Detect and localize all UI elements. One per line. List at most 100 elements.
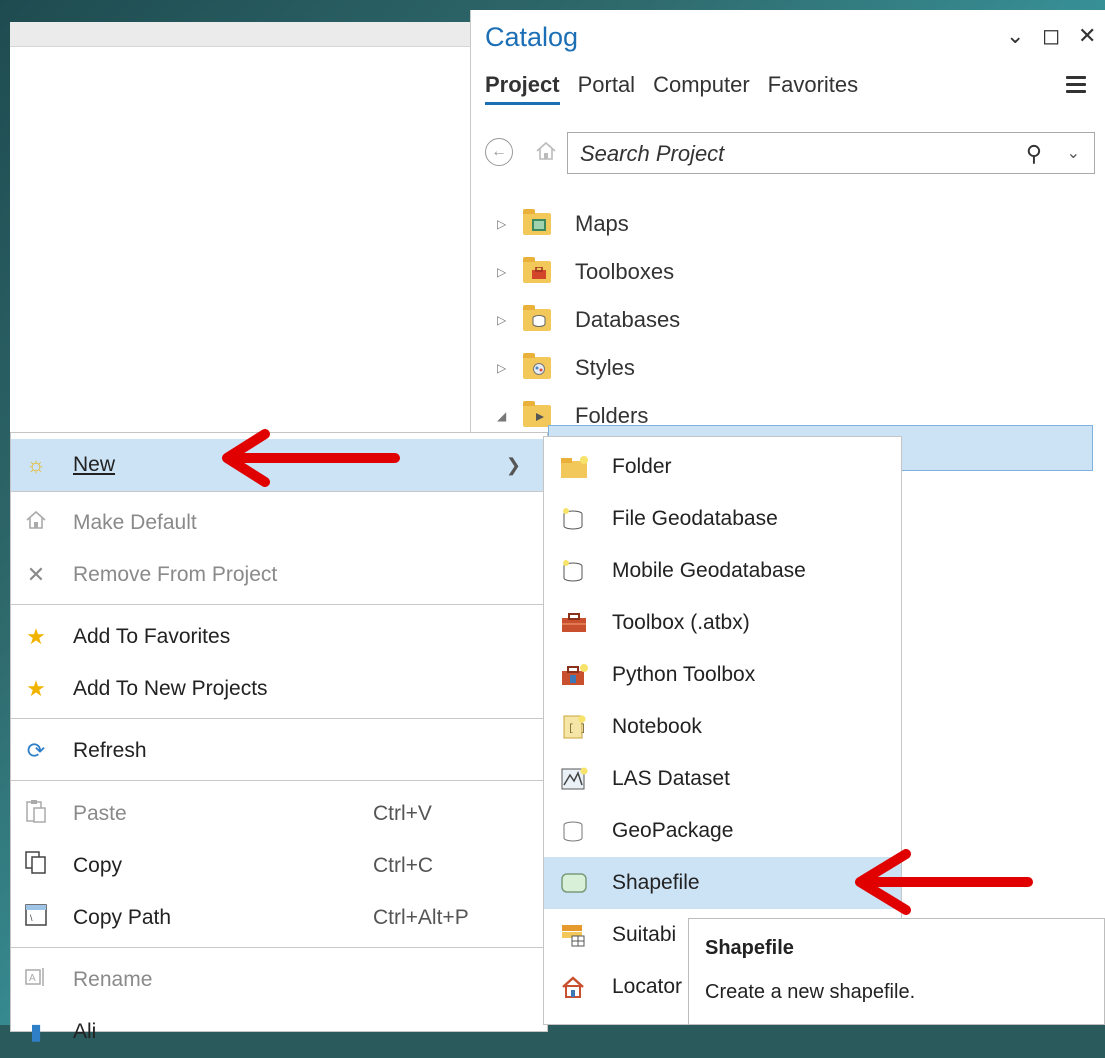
submenu-item-notebook[interactable]: [ ] Notebook bbox=[544, 701, 901, 753]
suitability-icon bbox=[560, 923, 590, 947]
expand-triangle-icon[interactable]: ▷ bbox=[497, 361, 523, 375]
menu-item-refresh[interactable]: ⟳ Refresh bbox=[11, 725, 547, 777]
submenu-item-las-dataset[interactable]: LAS Dataset bbox=[544, 753, 901, 805]
submenu-item-label: Shapefile bbox=[612, 871, 700, 894]
close-icon[interactable]: ✕ bbox=[1078, 24, 1096, 48]
menu-item-paste[interactable]: Paste Ctrl+V bbox=[11, 788, 547, 840]
menu-item-add-to-new-projects[interactable]: ★ Add To New Projects bbox=[11, 663, 547, 715]
tab-project[interactable]: Project bbox=[485, 72, 560, 105]
tree-item-styles[interactable]: ▷ Styles bbox=[497, 344, 680, 392]
star-icon: ★ bbox=[26, 624, 46, 649]
new-folder-icon bbox=[560, 455, 590, 479]
back-arrow-icon[interactable]: ← bbox=[485, 138, 513, 166]
maps-folder-icon bbox=[523, 209, 551, 235]
menu-item-label: Make Default bbox=[73, 511, 197, 534]
tree-item-label: Toolboxes bbox=[575, 259, 675, 284]
pane-options-chevron-icon[interactable]: ⌄ bbox=[1006, 24, 1024, 48]
menu-item-remove-from-project[interactable]: ✕ Remove From Project bbox=[11, 549, 547, 601]
collapse-triangle-icon[interactable]: ◢ bbox=[497, 409, 523, 423]
mobile-geodatabase-icon bbox=[560, 559, 590, 583]
catalog-tabs: Project Portal Computer Favorites bbox=[485, 72, 858, 105]
search-dropdown-chevron-icon[interactable]: ⌄ bbox=[1067, 143, 1080, 163]
tree-item-toolboxes[interactable]: ▷ Toolboxes bbox=[497, 248, 680, 296]
submenu-item-mobile-geodatabase[interactable]: Mobile Geodatabase bbox=[544, 545, 901, 597]
tree-item-label: Maps bbox=[575, 211, 629, 236]
menu-item-label: Copy Path bbox=[73, 906, 172, 929]
pane-window-buttons: ⌄ ◻ ✕ bbox=[1006, 24, 1096, 48]
menu-hamburger-icon[interactable] bbox=[1066, 76, 1086, 97]
menu-separator bbox=[11, 780, 547, 781]
search-field[interactable]: ⚲ ⌄ bbox=[567, 132, 1095, 174]
submenu-item-folder[interactable]: Folder bbox=[544, 441, 901, 493]
menu-separator bbox=[11, 718, 547, 719]
tab-computer[interactable]: Computer bbox=[653, 72, 750, 105]
submenu-item-label: Python Toolbox bbox=[612, 663, 756, 686]
menu-item-rename[interactable]: A Rename bbox=[11, 954, 547, 1006]
expand-triangle-icon[interactable]: ▷ bbox=[497, 265, 523, 279]
align-icon: ▮ bbox=[29, 1019, 43, 1044]
menu-item-label: Refresh bbox=[73, 739, 147, 762]
notebook-icon: [ ] bbox=[560, 715, 590, 739]
new-sparkle-icon: ☼ bbox=[25, 452, 47, 477]
menu-separator bbox=[11, 491, 547, 492]
search-input[interactable] bbox=[578, 140, 1002, 168]
submenu-item-label: File Geodatabase bbox=[612, 507, 778, 530]
tooltip-title: Shapefile bbox=[705, 937, 794, 959]
expand-triangle-icon[interactable]: ▷ bbox=[497, 313, 523, 327]
map-view-pane bbox=[10, 22, 470, 442]
annotation-arrow-shapefile bbox=[855, 849, 1033, 915]
submenu-item-label: Toolbox (.atbx) bbox=[612, 611, 750, 634]
menu-item-add-to-favorites[interactable]: ★ Add To Favorites bbox=[11, 611, 547, 663]
submenu-item-label: Suitabi bbox=[612, 923, 677, 946]
styles-folder-icon bbox=[523, 353, 551, 379]
submenu-item-label: Locator bbox=[612, 975, 683, 998]
annotation-arrow-new bbox=[222, 429, 400, 487]
copy-icon bbox=[23, 851, 49, 881]
menu-item-label: Copy bbox=[73, 854, 123, 877]
tab-portal[interactable]: Portal bbox=[578, 72, 635, 105]
tab-favorites[interactable]: Favorites bbox=[768, 72, 858, 105]
shortcut-label: Ctrl+Alt+P bbox=[373, 906, 469, 929]
tree-item-label: Styles bbox=[575, 355, 635, 380]
view-tab-strip bbox=[10, 22, 470, 47]
menu-item-copy[interactable]: Copy Ctrl+C bbox=[11, 840, 547, 892]
shortcut-label: Ctrl+C bbox=[373, 854, 434, 877]
las-dataset-icon bbox=[560, 767, 590, 791]
submenu-item-python-toolbox[interactable]: Python Toolbox bbox=[544, 649, 901, 701]
maximize-icon[interactable]: ◻ bbox=[1042, 24, 1060, 48]
tree-item-databases[interactable]: ▷ Databases bbox=[497, 296, 680, 344]
star-pin-icon: ★ bbox=[26, 676, 46, 701]
menu-item-partial[interactable]: ▮ Ali bbox=[11, 1006, 547, 1058]
menu-item-copy-path[interactable]: \ Copy Path Ctrl+Alt+P bbox=[11, 892, 547, 944]
menu-item-label: Add To New Projects bbox=[73, 677, 268, 700]
shapefile-tooltip: Shapefile Create a new shapefile. bbox=[688, 918, 1105, 1025]
submenu-chevron-icon: ❯ bbox=[505, 454, 521, 475]
locator-icon bbox=[560, 975, 590, 999]
home-icon[interactable] bbox=[535, 140, 559, 164]
submenu-item-label: Mobile Geodatabase bbox=[612, 559, 806, 582]
shapefile-icon bbox=[560, 871, 590, 895]
tooltip-description: Create a new shapefile. bbox=[705, 981, 916, 1003]
menu-item-label: Ali bbox=[73, 1020, 97, 1043]
remove-x-icon: ✕ bbox=[26, 562, 46, 587]
submenu-item-label: Notebook bbox=[612, 715, 702, 738]
databases-folder-icon bbox=[523, 305, 551, 331]
expand-triangle-icon[interactable]: ▷ bbox=[497, 217, 523, 231]
shortcut-label: Ctrl+V bbox=[373, 802, 432, 825]
tree-item-maps[interactable]: ▷ Maps bbox=[497, 200, 680, 248]
menu-item-make-default[interactable]: Make Default bbox=[11, 497, 547, 549]
rename-icon: A bbox=[23, 967, 49, 993]
context-menu: ☼ New ❯ Make Default ✕ Remove From Proje… bbox=[10, 432, 548, 1044]
menu-item-label: Add To Favorites bbox=[73, 625, 231, 648]
submenu-item-label: LAS Dataset bbox=[612, 767, 730, 790]
menu-item-label: New bbox=[73, 453, 116, 476]
geodatabase-icon bbox=[560, 507, 590, 531]
paste-clipboard-icon bbox=[23, 799, 49, 829]
refresh-icon: ⟳ bbox=[26, 738, 46, 763]
tree-item-label: Databases bbox=[575, 307, 681, 332]
submenu-item-toolbox[interactable]: Toolbox (.atbx) bbox=[544, 597, 901, 649]
catalog-tree: ▷ Maps ▷ Toolboxes ▷ Databases ▷ Styles … bbox=[497, 200, 680, 440]
search-icon[interactable]: ⚲ bbox=[1026, 141, 1042, 167]
submenu-item-file-geodatabase[interactable]: File Geodatabase bbox=[544, 493, 901, 545]
menu-item-label: Remove From Project bbox=[73, 563, 278, 586]
